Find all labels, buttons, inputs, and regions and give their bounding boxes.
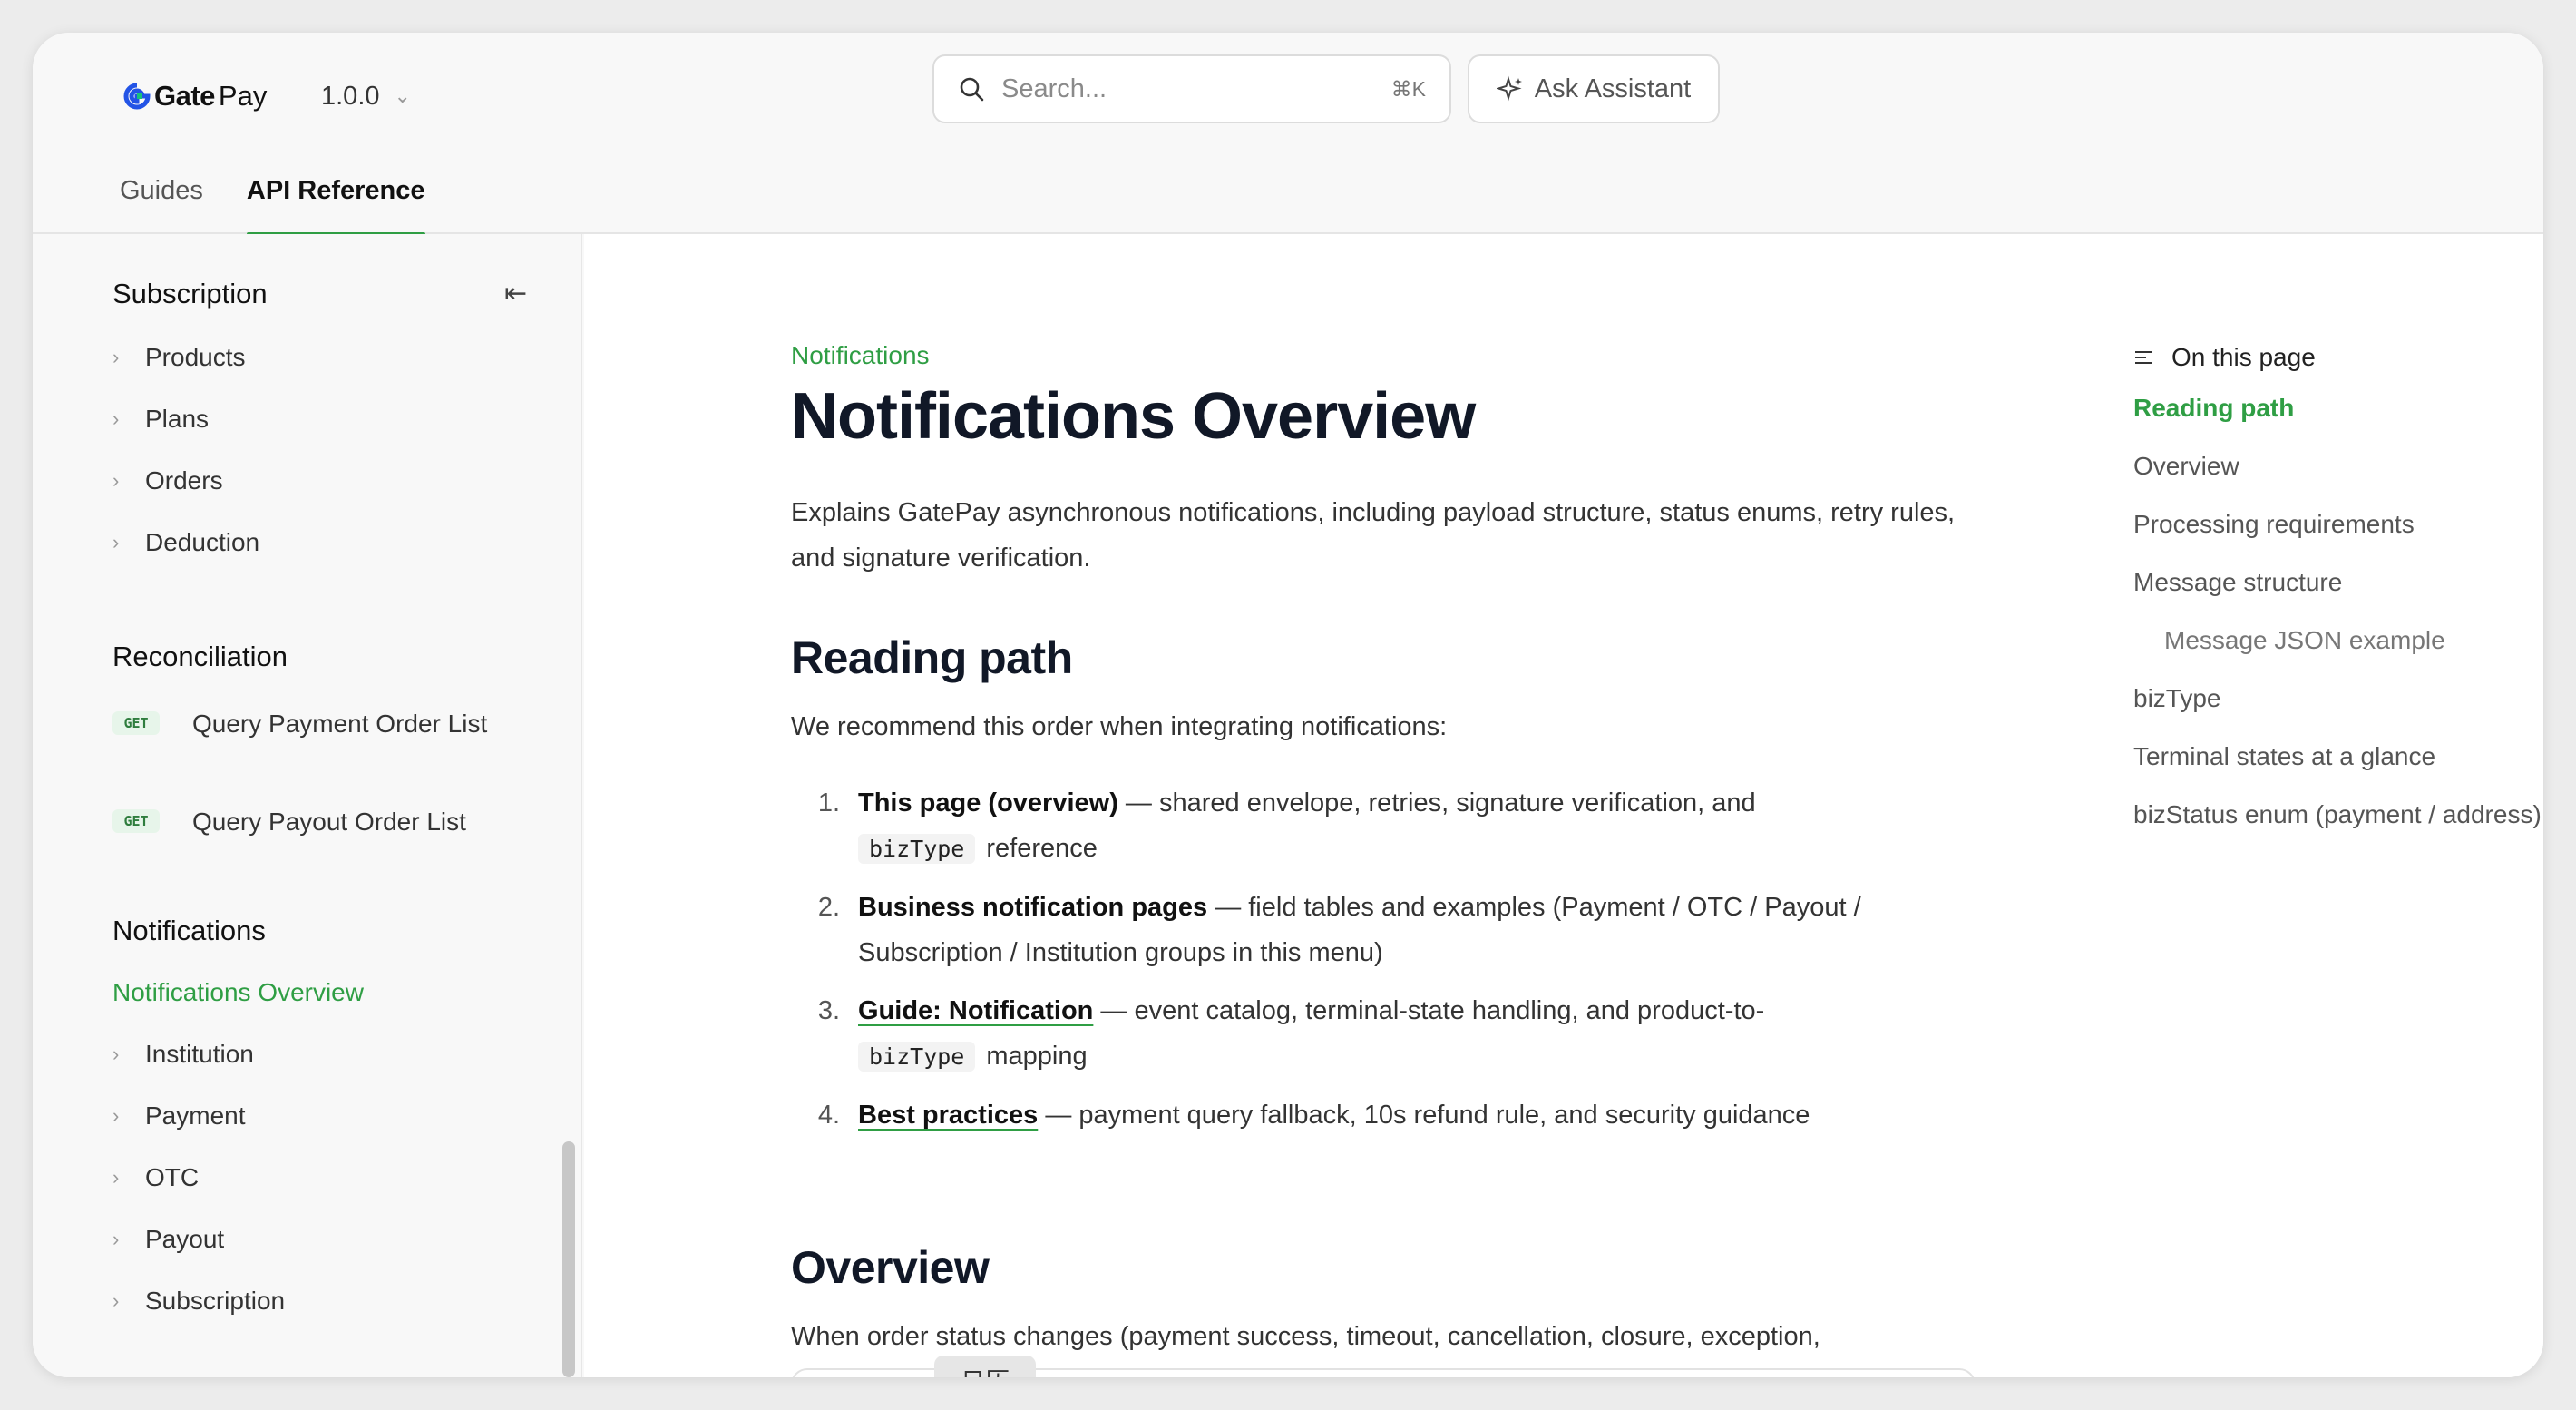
ask-assistant-button[interactable]: Ask Assistant	[1468, 54, 1720, 123]
chevron-right-icon: ›	[112, 1166, 120, 1189]
toc-item-bizstatus-enum[interactable]: bizStatus enum (payment / address)	[2133, 800, 2542, 829]
breadcrumb[interactable]: Notifications	[791, 341, 930, 370]
sidebar-section-title: Reconciliation	[112, 641, 288, 672]
step-title: Business notification pages	[858, 893, 1208, 922]
sidebar-item-deduction[interactable]: › Deduction	[112, 528, 259, 557]
step-text: — shared envelope, retries, signature ve…	[1117, 788, 1756, 818]
calendar-tooltip: 日历	[934, 1356, 1036, 1377]
best-practices-link[interactable]: Best practices	[858, 1101, 1038, 1130]
sidebar-scrollbar[interactable]	[562, 1141, 575, 1377]
step-title: This page (overview)	[858, 788, 1118, 818]
list-number: 2.	[817, 893, 840, 922]
list-item: 3. Guide: Notification — event catalog, …	[791, 988, 2006, 1080]
sidebar: Subscription ⇤ › Products › Plans › Orders …	[33, 234, 582, 1377]
method-badge: GET	[112, 809, 160, 833]
toc-item-message-json-example[interactable]: Message JSON example	[2164, 626, 2445, 655]
sidebar-item-label: Query Payment Order List	[192, 710, 488, 738]
sidebar-item-orders[interactable]: › Orders	[112, 466, 223, 495]
inline-code: bizType	[858, 834, 976, 864]
sidebar-item-otc[interactable]: › OTC	[112, 1163, 199, 1192]
chevron-right-icon: ›	[112, 346, 120, 368]
method-badge: GET	[112, 711, 160, 735]
toc-heading: On this page	[2133, 343, 2316, 372]
chevron-right-icon: ›	[112, 1289, 120, 1312]
gatepay-logo-icon	[123, 83, 151, 110]
toc-heading-label: On this page	[2171, 343, 2316, 371]
reading-path-intro: We recommend this order when integrating…	[791, 712, 1448, 741]
sidebar-item-label: OTC	[145, 1163, 200, 1191]
list-icon	[2135, 351, 2152, 364]
sidebar-item-query-payout-order-list[interactable]: GET Query Payout Order List	[112, 804, 492, 840]
sparkle-icon	[1496, 75, 1522, 102]
toc-item-biztype[interactable]: bizType	[2133, 684, 2221, 713]
chevron-right-icon: ›	[112, 1043, 120, 1065]
tab-guides[interactable]: Guides	[120, 169, 203, 234]
sidebar-item-label: Institution	[145, 1040, 254, 1068]
toc-item-terminal-states[interactable]: Terminal states at a glance	[2133, 742, 2435, 771]
chevron-right-icon: ›	[112, 531, 120, 553]
top-header: Gate Pay 1.0.0 ⌄ Search... ⌘K Ask Assist…	[33, 33, 2543, 236]
chevron-right-icon: ›	[112, 1228, 120, 1250]
sidebar-item-label: Subscription	[145, 1287, 286, 1315]
step-text: — payment query fallback, 10s refund rul…	[1038, 1101, 1810, 1130]
toc-item-overview[interactable]: Overview	[2133, 452, 2239, 481]
sidebar-item-payout[interactable]: › Payout	[112, 1225, 224, 1254]
list-item: 4. Best practices — payment query fallba…	[791, 1092, 2006, 1138]
brand-name-bold: Gate	[154, 80, 215, 112]
sidebar-item-payment[interactable]: › Payment	[112, 1102, 246, 1131]
heading-reading-path: Reading path	[791, 632, 1073, 683]
heading-overview: Overview	[791, 1242, 990, 1293]
gatepay-logo[interactable]: Gate Pay	[123, 71, 267, 122]
sidebar-item-label: Deduction	[145, 528, 260, 556]
sidebar-item-label: Orders	[145, 466, 223, 494]
reading-path-list: 1. This page (overview) — shared envelop…	[791, 780, 2006, 1151]
sidebar-item-label: Products	[145, 343, 246, 371]
search-shortcut: ⌘K	[1390, 76, 1426, 101]
top-tabs: Guides API Reference	[120, 169, 425, 236]
overview-text: When order status changes (payment succe…	[791, 1322, 1820, 1351]
list-number: 4.	[817, 1101, 840, 1130]
page-title: Notifications Overview	[791, 380, 1476, 453]
page-description: Explains GatePay asynchronous notificati…	[791, 498, 1956, 573]
version-selector[interactable]: 1.0.0 ⌄	[321, 76, 411, 116]
collapse-sidebar-icon[interactable]: ⇤	[504, 278, 527, 309]
sidebar-item-label: Query Payout Order List	[192, 808, 466, 836]
toc-item-reading-path[interactable]: Reading path	[2133, 394, 2294, 423]
ask-assistant-label: Ask Assistant	[1534, 73, 1692, 103]
sidebar-section-title: Notifications	[112, 915, 266, 946]
list-item: 1. This page (overview) — shared envelop…	[791, 780, 2006, 872]
search-icon	[960, 77, 984, 102]
version-label: 1.0.0	[321, 81, 380, 111]
sidebar-item-plans[interactable]: › Plans	[112, 405, 209, 434]
search-input[interactable]: Search... ⌘K	[932, 54, 1451, 123]
sidebar-item-label: Payout	[145, 1225, 225, 1253]
chevron-right-icon: ›	[112, 469, 120, 492]
tab-api-reference[interactable]: API Reference	[246, 169, 425, 236]
app-window: Gate Pay 1.0.0 ⌄ Search... ⌘K Ask Assist…	[33, 33, 2543, 1377]
chevron-right-icon: ›	[112, 1104, 120, 1127]
chevron-down-icon: ⌄	[394, 84, 411, 107]
sidebar-item-label: Plans	[145, 405, 210, 433]
list-number: 1.	[817, 788, 840, 818]
sidebar-item-label: Payment	[145, 1102, 246, 1130]
search-placeholder: Search...	[1001, 73, 1107, 103]
toc-item-processing-requirements[interactable]: Processing requirements	[2133, 510, 2415, 539]
step-text: — event catalog, terminal-state handling…	[1093, 996, 1765, 1025]
sidebar-item-institution[interactable]: › Institution	[112, 1040, 254, 1069]
list-item: 2. Business notification pages — field t…	[791, 885, 2006, 975]
step-text-after: mapping	[986, 1042, 1088, 1071]
guide-notification-link[interactable]: Guide: Notification	[858, 996, 1093, 1025]
sidebar-item-query-payment-order-list[interactable]: GET Query Payment Order List	[112, 706, 492, 742]
step-text-after: reference	[986, 834, 1098, 863]
toc-item-message-structure[interactable]: Message structure	[2133, 568, 2342, 597]
sidebar-item-notifications-overview[interactable]: Notifications Overview	[112, 978, 364, 1007]
brand-name-light: Pay	[218, 80, 268, 112]
chevron-right-icon: ›	[112, 407, 120, 430]
sidebar-item-subscription[interactable]: › Subscription	[112, 1287, 285, 1316]
list-number: 3.	[817, 996, 840, 1025]
sidebar-section-title: Subscription	[112, 278, 268, 309]
sidebar-item-products[interactable]: › Products	[112, 343, 246, 372]
inline-code: bizType	[858, 1042, 976, 1072]
